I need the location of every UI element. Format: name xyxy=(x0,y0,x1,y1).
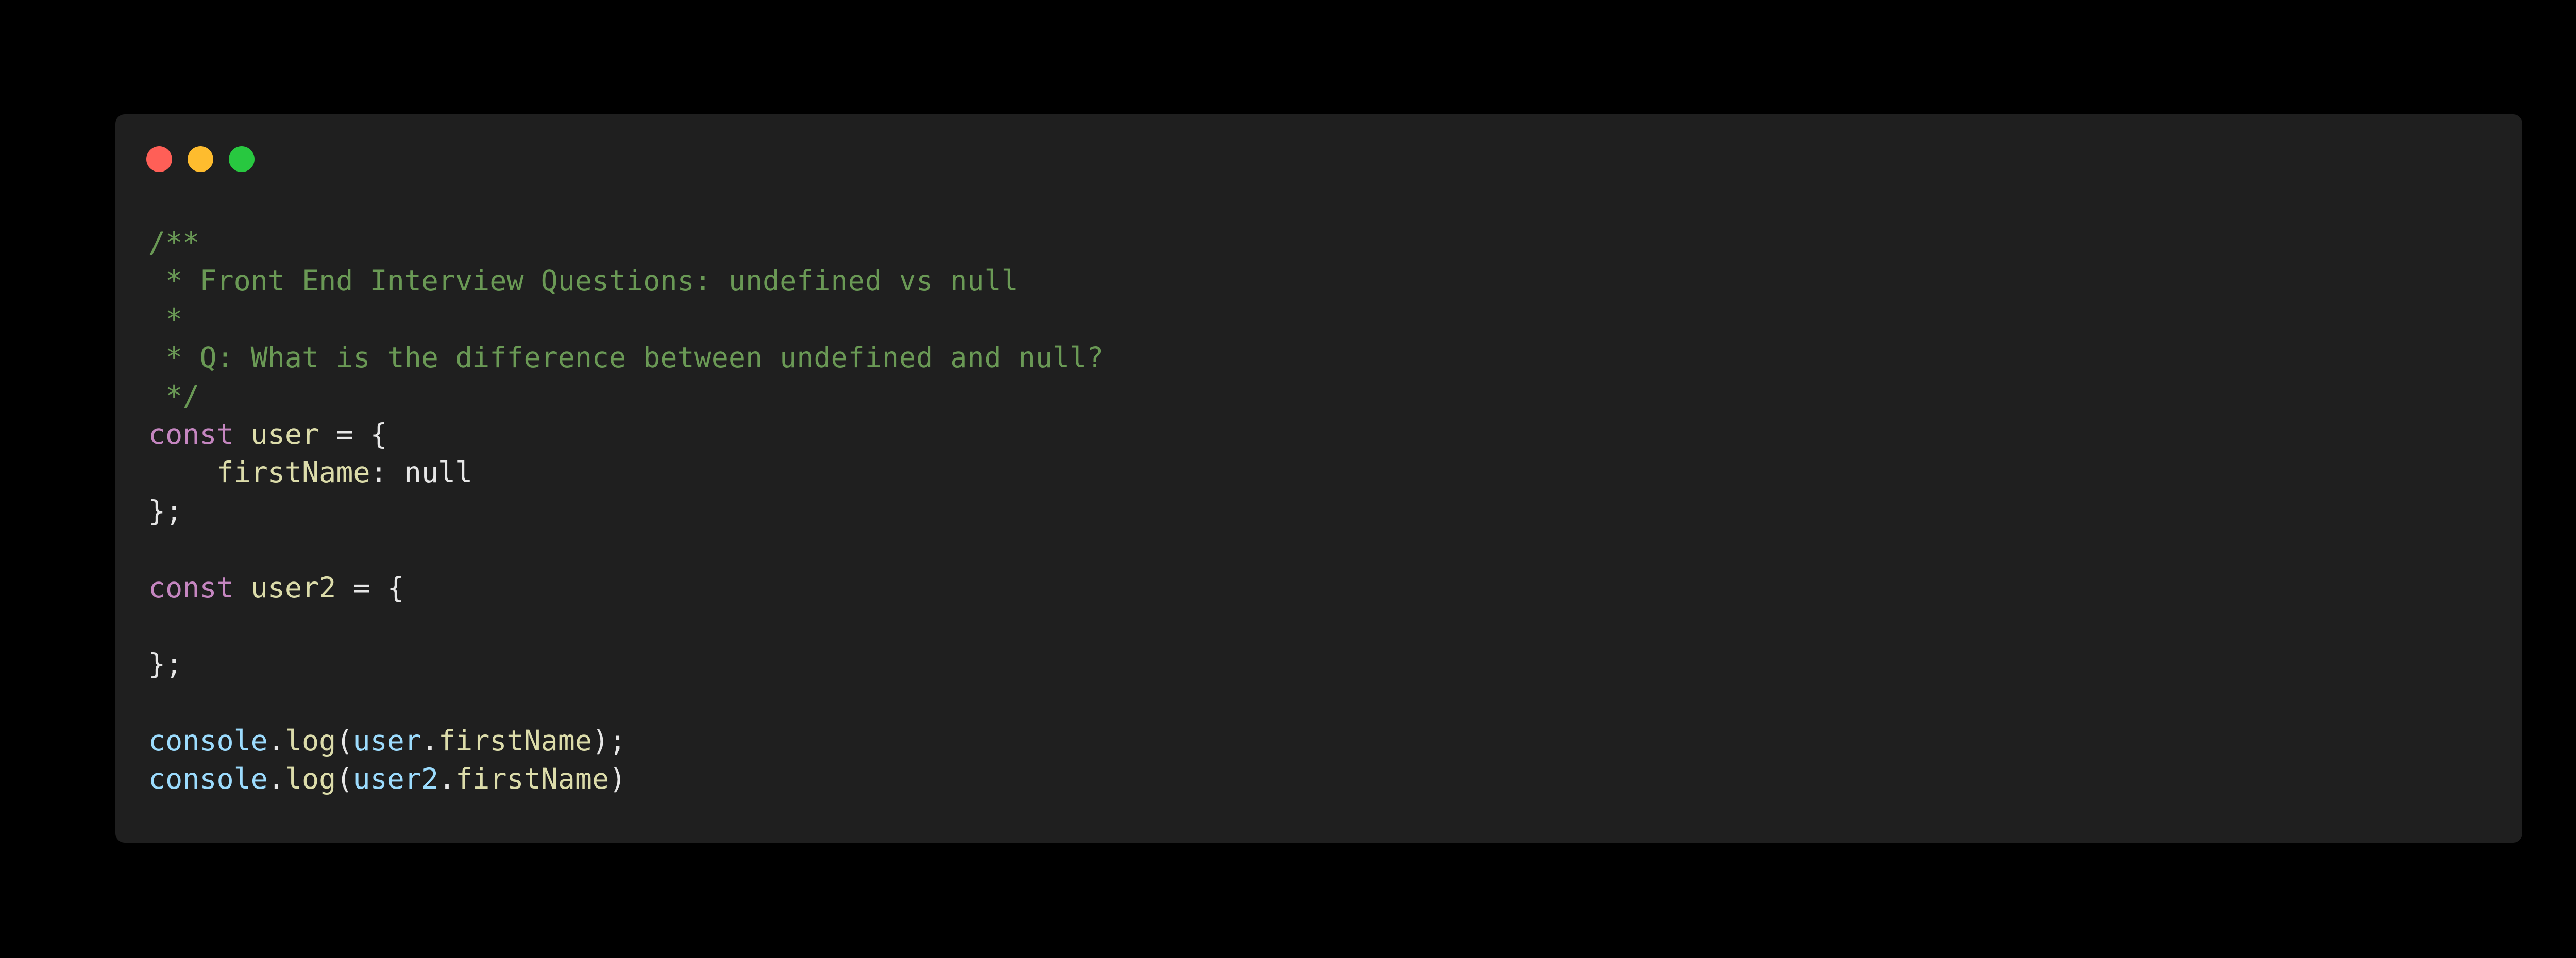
argument-property: firstName xyxy=(438,724,592,758)
code-line: }; xyxy=(148,492,1104,530)
property-value: null xyxy=(404,456,473,489)
log-method: log xyxy=(284,762,336,796)
variable-name: user2 xyxy=(250,571,336,604)
code-line: const user = { xyxy=(148,415,1104,453)
call-open: ( xyxy=(336,724,353,758)
comment-text: * Front End Interview Questions: undefin… xyxy=(148,264,1019,298)
property-name: firstName xyxy=(216,456,370,489)
code-line: }; xyxy=(148,645,1104,683)
property-separator: : xyxy=(370,456,404,489)
comment-text: */ xyxy=(148,379,200,413)
code-line: * xyxy=(148,300,1104,338)
comment-text: * xyxy=(148,302,183,336)
code-line: firstName: null xyxy=(148,453,1104,491)
keyword-const: const xyxy=(148,571,234,604)
member-dot: . xyxy=(267,762,285,796)
object-open: = { xyxy=(319,417,387,451)
member-dot: . xyxy=(267,724,285,758)
code-window: /** * Front End Interview Questions: und… xyxy=(115,114,2522,843)
call-close: ); xyxy=(591,724,626,758)
minimize-dot-icon[interactable] xyxy=(188,146,213,172)
variable-name: user xyxy=(250,417,319,451)
code-line: */ xyxy=(148,377,1104,415)
keyword-const: const xyxy=(148,417,234,451)
window-controls xyxy=(115,114,321,176)
console-object: console xyxy=(148,724,268,758)
argument-object: user2 xyxy=(353,762,438,796)
code-block: /** * Front End Interview Questions: und… xyxy=(148,224,1104,798)
code-line: const user2 = { xyxy=(148,569,1104,607)
object-close: }; xyxy=(148,494,183,527)
member-dot: . xyxy=(421,724,438,758)
code-line: console.log(user2.firstName) xyxy=(148,760,1104,798)
call-close: ) xyxy=(609,762,626,796)
console-object: console xyxy=(148,762,268,796)
argument-property: firstName xyxy=(455,762,609,796)
comment-text: * Q: What is the difference between unde… xyxy=(148,341,1104,374)
object-close: }; xyxy=(148,647,183,681)
call-open: ( xyxy=(336,762,353,796)
log-method: log xyxy=(284,724,336,758)
comment-text: /** xyxy=(148,226,200,259)
object-open: = { xyxy=(336,571,404,604)
code-line: /** xyxy=(148,224,1104,262)
code-line: * Q: What is the difference between unde… xyxy=(148,338,1104,377)
maximize-dot-icon[interactable] xyxy=(229,146,255,172)
member-dot: . xyxy=(438,762,456,796)
code-line: console.log(user.firstName); xyxy=(148,722,1104,760)
close-dot-icon[interactable] xyxy=(146,146,172,172)
code-line: * Front End Interview Questions: undefin… xyxy=(148,262,1104,300)
argument-object: user xyxy=(353,724,421,758)
